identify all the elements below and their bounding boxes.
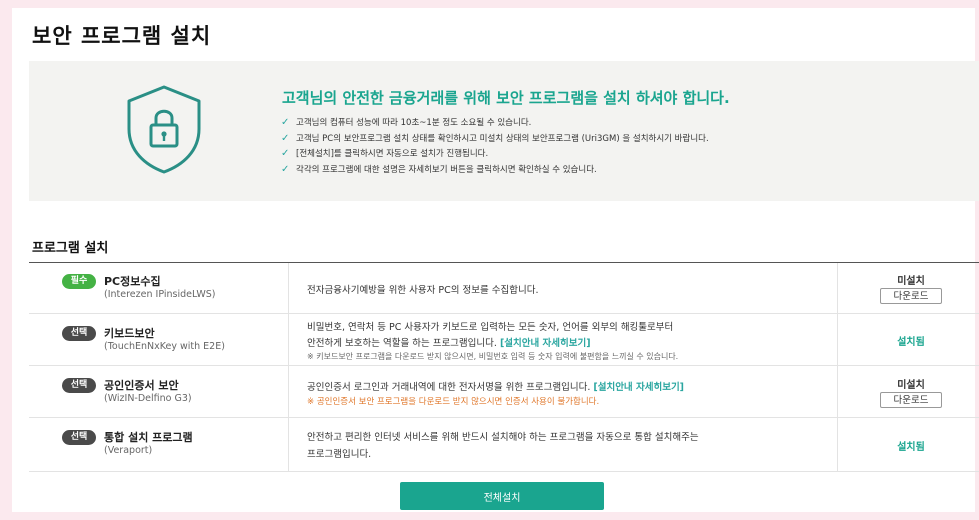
program-subtitle: (Interezen IPinsideLWS) [104,289,216,300]
program-description: 전자금융사기예방을 위한 사용자 PC의 정보를 수집합니다. [307,285,539,296]
note-text: 고객님의 컴퓨터 성능에 따라 10초~1분 정도 소요될 수 있습니다. [296,118,532,128]
program-description: 공인인증서 로그인과 거래내역에 대한 전자서명을 위한 프로그램입니다. [설… [307,379,684,393]
check-icon: ✓ [281,132,290,144]
note-item: ✓ 고객님 PC의 보안프로그램 설치 상태를 확인하시고 미설치 상태의 보안프… [281,131,709,147]
program-description: 안전하고 편리한 인터넷 서비스를 위해 반드시 설치해야 하는 프로그램을 자… [307,432,699,443]
install-all-button[interactable]: 전체설치 [400,482,604,510]
description-text: 안전하게 보호하는 역할을 하는 프로그램입니다. [307,338,497,349]
note-text: [전체설치]를 클릭하시면 자동으로 설치가 진행됩니다. [296,149,489,159]
program-row-certificate: 선택 공인인증서 보안 (WizIN-Delfino G3) 공인인증서 로그인… [29,366,979,418]
optional-badge: 선택 [62,326,96,341]
security-install-page: 보안 프로그램 설치 고객님의 안전한 금융거래를 위해 보안 프로그램을 설치… [12,8,979,512]
program-status-cell: 미설치 다운로드 [838,263,979,313]
banner-headline: 고객님의 안전한 금융거래를 위해 보안 프로그램을 설치 하셔야 합니다. [282,89,730,107]
program-name-cell: 선택 공인인증서 보안 (WizIN-Delfino G3) [29,366,289,417]
program-row-keyboard: 선택 키보드보안 (TouchEnNxKey with E2E) 비밀번호, 연… [29,314,979,366]
program-desc-cell: 공인인증서 로그인과 거래내역에 대한 전자서명을 위한 프로그램입니다. [설… [289,366,838,417]
section-title: 프로그램 설치 [32,241,109,256]
note-text: 고객님 PC의 보안프로그램 설치 상태를 확인하시고 미설치 상태의 보안프로… [296,133,709,144]
program-status-cell: 설치됨 [838,418,979,471]
status-not-installed: 미설치 [897,380,925,391]
banner-notes: ✓ 고객님의 컴퓨터 성능에 따라 10초~1분 정도 소요될 수 있습니다. ✓… [281,115,709,177]
program-name-cell: 선택 통합 설치 프로그램 (Veraport) [29,418,289,471]
program-status-cell: 설치됨 [838,314,979,365]
status-installed: 설치됨 [897,337,925,348]
install-guide-link[interactable]: [설치안내 자세히보기] [500,338,591,349]
program-description-line2: 안전하게 보호하는 역할을 하는 프로그램입니다. [설치안내 자세히보기] [307,335,591,349]
optional-badge: 선택 [62,430,96,445]
program-name: 키보드보안 [104,327,155,340]
program-warning: ※ 공인인증서 보안 프로그램을 다운로드 받지 않으시면 인증서 사용이 불가… [307,397,600,407]
note-item: ✓ [전체설치]를 클릭하시면 자동으로 설치가 진행됩니다. [281,146,709,162]
program-name: 통합 설치 프로그램 [104,431,193,444]
note-item: ✓ 고객님의 컴퓨터 성능에 따라 10초~1분 정도 소요될 수 있습니다. [281,115,709,131]
check-icon: ✓ [281,163,290,175]
page-title: 보안 프로그램 설치 [32,24,212,48]
program-desc-cell: 전자금융사기예방을 위한 사용자 PC의 정보를 수집합니다. [289,263,838,313]
program-note: ※ 키보드보안 프로그램을 다운로드 받지 않으시면, 비밀번호 입력 등 숫자… [307,352,679,361]
program-name-cell: 필수 PC정보수집 (Interezen IPinsideLWS) [29,263,289,313]
check-icon: ✓ [281,117,290,128]
status-not-installed: 미설치 [897,276,925,287]
program-status-cell: 미설치 다운로드 [838,366,979,417]
program-name: PC정보수집 [104,275,161,288]
optional-badge: 선택 [62,378,96,393]
program-row-veraport: 선택 통합 설치 프로그램 (Veraport) 안전하고 편리한 인터넷 서비… [29,418,979,472]
program-name-cell: 선택 키보드보안 (TouchEnNxKey with E2E) [29,314,289,365]
install-guide-link[interactable]: [설치안내 자세히보기] [593,382,684,393]
program-description: 비밀번호, 연락처 등 PC 사용자가 키보드로 입력하는 모든 숫자, 언어를… [307,322,674,333]
download-button[interactable]: 다운로드 [880,392,942,408]
program-subtitle: (TouchEnNxKey with E2E) [104,341,225,352]
program-subtitle: (WizIN-Delfino G3) [104,393,192,404]
status-installed: 설치됨 [897,442,925,453]
program-desc-cell: 안전하고 편리한 인터넷 서비스를 위해 반드시 설치해야 하는 프로그램을 자… [289,418,838,471]
program-table: 필수 PC정보수집 (Interezen IPinsideLWS) 전자금융사기… [29,262,979,472]
lock-shield-icon [127,85,201,174]
info-banner: 고객님의 안전한 금융거래를 위해 보안 프로그램을 설치 하셔야 합니다. ✓… [29,61,979,201]
program-subtitle: (Veraport) [104,445,153,456]
program-desc-cell: 비밀번호, 연락처 등 PC 사용자가 키보드로 입력하는 모든 숫자, 언어를… [289,314,838,365]
description-text: 공인인증서 로그인과 거래내역에 대한 전자서명을 위한 프로그램입니다. [307,382,591,393]
note-text: 각각의 프로그램에 대한 설명은 자세히보기 버튼을 클릭하시면 확인하실 수 … [296,164,597,175]
program-row-pc-info: 필수 PC정보수집 (Interezen IPinsideLWS) 전자금융사기… [29,263,979,314]
program-description-line2: 프로그램입니다. [307,449,372,460]
required-badge: 필수 [62,274,96,289]
check-icon: ✓ [281,148,290,159]
program-name: 공인인증서 보안 [104,379,179,392]
download-button[interactable]: 다운로드 [880,288,942,304]
note-item: ✓ 각각의 프로그램에 대한 설명은 자세히보기 버튼을 클릭하시면 확인하실 수… [281,162,709,178]
